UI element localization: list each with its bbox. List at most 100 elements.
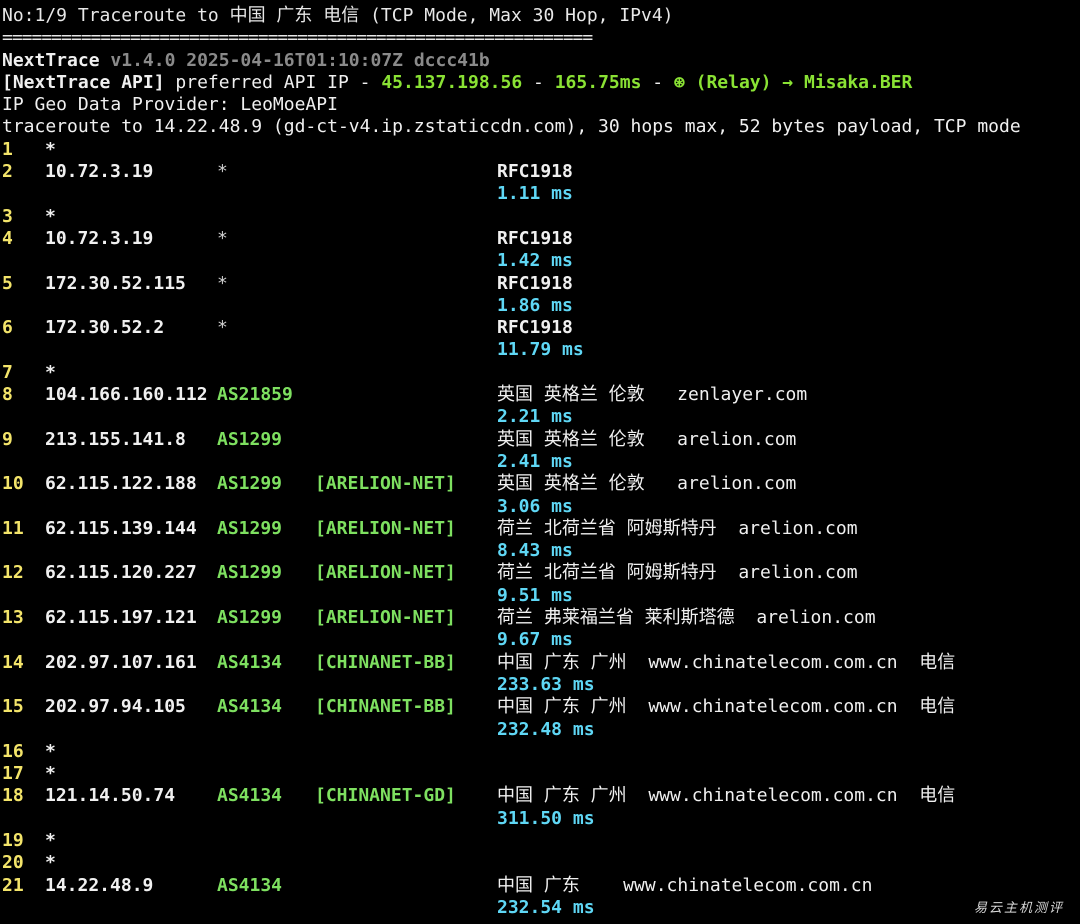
app-name: NextTrace <box>2 49 100 71</box>
hop-row: 14 202.97.107.161 AS4134 [CHINANET-BB] 中国 广东… <box>2 652 1080 697</box>
hop-ip: 14.22.48.9 <box>45 874 154 896</box>
hop-asn: AS1299 <box>217 517 283 539</box>
hop-rtt: 9.67 ms <box>497 629 573 651</box>
hop-ip: 213.155.141.8 <box>45 428 186 450</box>
hop-geo: 英国 英格兰 伦敦 arelion.com <box>497 428 797 450</box>
api-latency: 165.75ms <box>554 71 642 93</box>
hop-row: 8 104.166.160.112 AS21859 英国 英格兰 伦敦 zenlaye… <box>2 384 1080 429</box>
hop-network-name: [ARELION-NET] <box>315 607 456 629</box>
hop-rtt: 8.43 ms <box>497 540 573 562</box>
hop-number: 5 <box>2 272 13 294</box>
hop-asn: AS4134 <box>217 651 283 673</box>
hop-rtt: 2.21 ms <box>497 406 573 428</box>
hop-asn: * <box>217 317 228 339</box>
api-dash-1: - <box>522 71 555 93</box>
hop-number: 18 <box>2 785 24 807</box>
hop-timeout-star: * <box>45 740 56 762</box>
hop-rtt: 232.54 ms <box>497 896 595 918</box>
hop-number: 19 <box>2 829 24 851</box>
hop-geo: 中国 广东 广州 www.chinatelecom.com.cn 电信 <box>497 651 956 673</box>
api-relay: ⊛ (Relay) → Misaka.BER <box>673 71 913 93</box>
hop-number: 10 <box>2 473 24 495</box>
hop-network-name: [ARELION-NET] <box>315 473 456 495</box>
hop-asn: * <box>217 227 228 249</box>
hop-number: 2 <box>2 161 13 183</box>
hop-row: 12 62.115.120.227 AS1299 [ARELION-NET] 荷兰 北荷… <box>2 562 1080 607</box>
hop-row: 3 * <box>2 206 1080 228</box>
hop-number: 12 <box>2 562 24 584</box>
hop-number: 13 <box>2 607 24 629</box>
version-info: v1.4.0 2025-04-16T01:10:07Z dccc41b <box>110 49 490 71</box>
hop-rtt: 11.79 ms <box>497 339 584 361</box>
hop-row: 2 10.72.3.19 * RFC1918 1.11 ms <box>2 161 1080 206</box>
hop-rtt: 3.06 ms <box>497 495 573 517</box>
hop-rtt: 1.11 ms <box>497 183 573 205</box>
api-line: [NextTrace API] preferred API IP - 45.13… <box>2 72 1080 94</box>
hop-ip: 62.115.197.121 <box>45 607 197 629</box>
hop-row: 7 * <box>2 362 1080 384</box>
hop-timeout-star: * <box>45 763 56 785</box>
hop-asn: AS1299 <box>217 607 283 629</box>
hop-list: 1 * 2 10.72.3.19 * RFC1918 1.11 ms 3 * 4 10.72.3.1… <box>2 139 1080 919</box>
hop-row: 10 62.115.122.188 AS1299 [ARELION-NET] 英国 英格… <box>2 473 1080 518</box>
hop-asn: * <box>217 161 228 183</box>
hop-row: 19 * <box>2 830 1080 852</box>
hop-number: 4 <box>2 227 13 249</box>
hop-row: 4 10.72.3.19 * RFC1918 1.42 ms <box>2 228 1080 273</box>
api-label: [NextTrace API] <box>2 71 165 93</box>
hop-asn: AS1299 <box>217 473 283 495</box>
hop-geo: 英国 英格兰 伦敦 zenlayer.com <box>497 384 808 406</box>
hop-geo: 中国 广东 广州 www.chinatelecom.com.cn 电信 <box>497 696 956 718</box>
hop-geo: RFC1918 <box>497 227 573 249</box>
hop-number: 9 <box>2 428 13 450</box>
hop-number: 15 <box>2 696 24 718</box>
hop-geo: RFC1918 <box>497 161 573 183</box>
api-ip: 45.137.198.56 <box>381 71 523 93</box>
hop-number: 11 <box>2 517 24 539</box>
hop-timeout-star: * <box>45 829 56 851</box>
hop-geo: 荷兰 弗莱福兰省 莱利斯塔德 arelion.com <box>497 607 876 629</box>
hop-rtt: 233.63 ms <box>497 673 595 695</box>
hop-timeout-star: * <box>45 205 56 227</box>
hop-row: 20 * <box>2 852 1080 874</box>
hop-geo: RFC1918 <box>497 317 573 339</box>
hop-network-name: [CHINANET-BB] <box>315 696 456 718</box>
hop-number: 1 <box>2 138 13 160</box>
hop-row: 21 14.22.48.9 AS4134 中国 广东 www.chinatelecom… <box>2 875 1080 920</box>
hop-row: 18 121.14.50.74 AS4134 [CHINANET-GD] 中国 广东 广… <box>2 785 1080 830</box>
geo-provider-line: IP Geo Data Provider: LeoMoeAPI <box>2 94 338 116</box>
hop-asn: AS4134 <box>217 785 283 807</box>
hop-ip: 62.115.120.227 <box>45 562 197 584</box>
hop-row: 13 62.115.197.121 AS1299 [ARELION-NET] 荷兰 弗莱… <box>2 607 1080 652</box>
hop-number: 17 <box>2 763 24 785</box>
trace-summary-line: traceroute to 14.22.48.9 (gd-ct-v4.ip.zs… <box>2 116 1021 138</box>
hop-asn: * <box>217 272 228 294</box>
version-line: NextTrace v1.4.0 2025-04-16T01:10:07Z dc… <box>2 50 1080 72</box>
hop-geo: 中国 广东 广州 www.chinatelecom.com.cn 电信 <box>497 785 956 807</box>
hop-geo: 英国 英格兰 伦敦 arelion.com <box>497 473 797 495</box>
hop-row: 5 172.30.52.115 * RFC1918 1.86 ms <box>2 273 1080 318</box>
hop-network-name: [CHINANET-GD] <box>315 785 456 807</box>
hop-ip: 172.30.52.2 <box>45 317 165 339</box>
hop-ip: 121.14.50.74 <box>45 785 176 807</box>
hop-network-name: [CHINANET-BB] <box>315 651 456 673</box>
watermark: 易云主机测评 <box>973 900 1064 916</box>
hop-row: 6 172.30.52.2 * RFC1918 11.79 ms <box>2 317 1080 362</box>
hop-number: 3 <box>2 205 13 227</box>
hop-row: 17 * <box>2 763 1080 785</box>
hop-ip: 172.30.52.115 <box>45 272 186 294</box>
hop-rtt: 311.50 ms <box>497 807 595 829</box>
hop-number: 8 <box>2 384 13 406</box>
hop-asn: AS1299 <box>217 428 283 450</box>
hop-ip: 104.166.160.112 <box>45 384 208 406</box>
separator-line: ========================================… <box>2 27 593 49</box>
hop-rtt: 1.42 ms <box>497 250 573 272</box>
hop-geo: 荷兰 北荷兰省 阿姆斯特丹 arelion.com <box>497 562 858 584</box>
hop-number: 20 <box>2 852 24 874</box>
hop-row: 11 62.115.139.144 AS1299 [ARELION-NET] 荷兰 北荷… <box>2 518 1080 563</box>
hop-asn: AS4134 <box>217 874 283 896</box>
hop-number: 21 <box>2 874 24 896</box>
hop-asn: AS1299 <box>217 562 283 584</box>
hop-ip: 10.72.3.19 <box>45 161 154 183</box>
hop-timeout-star: * <box>45 852 56 874</box>
